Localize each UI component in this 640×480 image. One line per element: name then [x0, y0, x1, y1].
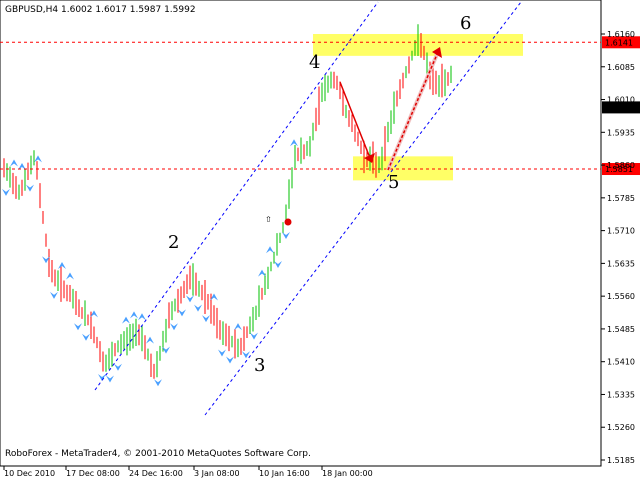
y-tick-label: 1.5785: [607, 194, 635, 203]
y-tick-label: 1.5635: [607, 259, 635, 268]
y-tick-label: 1.5410: [607, 358, 635, 367]
wave-label-2: 2: [168, 232, 179, 253]
y-tick-label: 1.5935: [607, 128, 635, 137]
y-tick-label: 1.5860: [607, 161, 635, 170]
current-price-label: 1.5992: [605, 103, 633, 112]
y-tick-label: 1.5260: [607, 423, 635, 432]
entry-point-marker: [284, 218, 292, 226]
wave-label-3: 3: [254, 355, 265, 376]
x-tick-label: 24 Dec 16:00: [129, 469, 183, 478]
x-tick-label: 17 Dec 08:00: [66, 469, 120, 478]
wave-label-4: 4: [309, 52, 320, 73]
y-tick-label: 1.6010: [607, 96, 635, 105]
x-tick-label: 10 Dec 2010: [4, 469, 55, 478]
signal-arrow-icon: ⇧: [265, 215, 272, 224]
x-tick-label: 3 Jan 08:00: [194, 469, 240, 478]
wave-label-6: 6: [460, 13, 471, 34]
plot-frame: [0, 0, 602, 467]
y-tick-label: 1.5710: [607, 227, 635, 236]
chart-header: GBPUSD,H4 1.6002 1.6017 1.5987 1.5992: [5, 5, 196, 15]
wave-label-5: 5: [388, 172, 399, 193]
x-tick-label: 18 Jan 00:00: [322, 469, 373, 478]
y-tick-label: 1.5560: [607, 292, 635, 301]
y-tick-label: 1.5335: [607, 390, 635, 399]
chart-copyright: RoboForex - MetaTrader4, © 2001-2010 Met…: [5, 449, 311, 459]
chart-svg: 1.61411.58511.5992 ⇧ 1.61601.60851.60101…: [0, 0, 640, 478]
y-tick-label: 1.5185: [607, 456, 635, 465]
x-tick-label: 10 Jan 16:00: [259, 469, 310, 478]
y-tick-label: 1.5485: [607, 325, 635, 334]
y-tick-label: 1.6160: [607, 30, 635, 39]
chart: 1.6141 1.5851 1.5992 ⇧ 1.6160 1.6085 1.6010 1…: [0, 0, 640, 480]
price-level-label: 1.6141: [605, 38, 633, 47]
y-tick-label: 1.6085: [607, 63, 635, 72]
